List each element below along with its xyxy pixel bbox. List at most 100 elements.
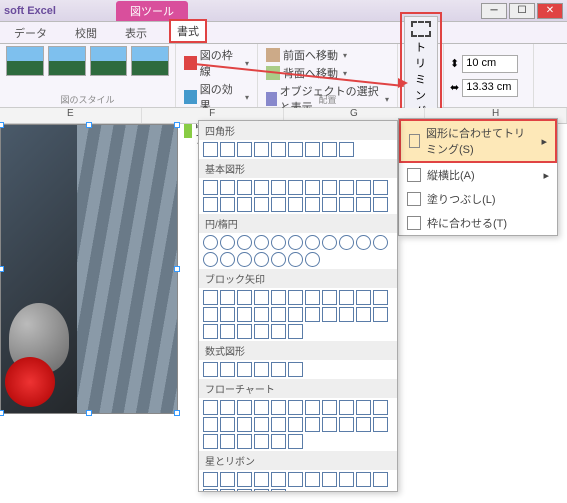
shape-option[interactable] <box>339 235 354 250</box>
shape-option[interactable] <box>356 400 371 415</box>
shape-option[interactable] <box>203 197 218 212</box>
shape-option[interactable] <box>288 180 303 195</box>
shape-option[interactable] <box>237 252 252 267</box>
shape-option[interactable] <box>288 290 303 305</box>
shape-option[interactable] <box>237 362 252 377</box>
shape-option[interactable] <box>203 324 218 339</box>
shape-option[interactable] <box>305 180 320 195</box>
shape-option[interactable] <box>356 417 371 432</box>
shape-option[interactable] <box>237 417 252 432</box>
width-input[interactable]: 13.33 cm <box>462 79 518 97</box>
close-button[interactable]: ✕ <box>537 3 563 19</box>
shape-option[interactable] <box>237 324 252 339</box>
shape-option[interactable] <box>288 434 303 449</box>
style-thumb[interactable] <box>131 46 169 76</box>
shape-option[interactable] <box>271 290 286 305</box>
shape-option[interactable] <box>356 472 371 487</box>
shape-option[interactable] <box>271 324 286 339</box>
maximize-button[interactable]: ☐ <box>509 3 535 19</box>
shape-option[interactable] <box>220 434 235 449</box>
shape-option[interactable] <box>203 400 218 415</box>
selected-picture[interactable] <box>0 124 178 414</box>
shape-option[interactable] <box>288 472 303 487</box>
menu-fill[interactable]: 塗りつぶし(L) <box>399 187 557 211</box>
shape-option[interactable] <box>271 434 286 449</box>
style-thumb[interactable] <box>90 46 128 76</box>
shape-option[interactable] <box>305 235 320 250</box>
menu-fit-to-shape[interactable]: 図形に合わせてトリミング(S)▸ <box>399 119 557 163</box>
tab-review[interactable]: 校閲 <box>69 23 103 43</box>
height-input[interactable]: 10 cm <box>462 55 518 73</box>
shape-option[interactable] <box>237 489 252 492</box>
shape-option[interactable] <box>288 197 303 212</box>
shape-option[interactable] <box>220 180 235 195</box>
shape-option[interactable] <box>254 489 269 492</box>
shape-option[interactable] <box>220 324 235 339</box>
shape-option[interactable] <box>322 472 337 487</box>
shape-option[interactable] <box>203 472 218 487</box>
shape-option[interactable] <box>237 472 252 487</box>
shape-option[interactable] <box>220 400 235 415</box>
shape-option[interactable] <box>271 472 286 487</box>
shape-option[interactable] <box>356 197 371 212</box>
shape-option[interactable] <box>220 252 235 267</box>
shape-option[interactable] <box>339 180 354 195</box>
shape-option[interactable] <box>220 142 235 157</box>
shape-option[interactable] <box>271 307 286 322</box>
shape-option[interactable] <box>339 142 354 157</box>
shape-option[interactable] <box>203 180 218 195</box>
shape-option[interactable] <box>271 142 286 157</box>
shape-option[interactable] <box>220 307 235 322</box>
shape-option[interactable] <box>339 307 354 322</box>
shape-option[interactable] <box>373 290 388 305</box>
shape-option[interactable] <box>203 434 218 449</box>
shape-option[interactable] <box>237 290 252 305</box>
shape-option[interactable] <box>305 197 320 212</box>
shape-option[interactable] <box>220 235 235 250</box>
shape-option[interactable] <box>254 400 269 415</box>
menu-fit[interactable]: 枠に合わせる(T) <box>399 211 557 235</box>
shape-option[interactable] <box>271 362 286 377</box>
shape-option[interactable] <box>271 197 286 212</box>
shape-option[interactable] <box>288 142 303 157</box>
shape-option[interactable] <box>254 324 269 339</box>
shape-option[interactable] <box>220 290 235 305</box>
shape-option[interactable] <box>322 235 337 250</box>
shape-option[interactable] <box>373 400 388 415</box>
shape-option[interactable] <box>271 400 286 415</box>
shape-option[interactable] <box>339 197 354 212</box>
shape-option[interactable] <box>339 400 354 415</box>
shape-option[interactable] <box>220 472 235 487</box>
shape-option[interactable] <box>356 180 371 195</box>
shape-option[interactable] <box>203 290 218 305</box>
shape-option[interactable] <box>203 252 218 267</box>
shape-option[interactable] <box>237 180 252 195</box>
shape-option[interactable] <box>237 235 252 250</box>
shape-option[interactable] <box>305 307 320 322</box>
menu-aspect-ratio[interactable]: 縦横比(A)▸ <box>399 163 557 187</box>
shape-option[interactable] <box>254 472 269 487</box>
shape-option[interactable] <box>271 180 286 195</box>
shape-option[interactable] <box>254 180 269 195</box>
shape-option[interactable] <box>254 235 269 250</box>
shape-option[interactable] <box>288 252 303 267</box>
shape-option[interactable] <box>373 417 388 432</box>
shape-option[interactable] <box>271 252 286 267</box>
shape-option[interactable] <box>271 489 286 492</box>
shape-option[interactable] <box>322 197 337 212</box>
shape-option[interactable] <box>237 307 252 322</box>
shape-option[interactable] <box>254 252 269 267</box>
shape-option[interactable] <box>373 197 388 212</box>
shape-option[interactable] <box>339 290 354 305</box>
shape-option[interactable] <box>254 307 269 322</box>
shape-option[interactable] <box>288 235 303 250</box>
bring-forward-button[interactable]: 前面へ移動▾ <box>264 46 391 64</box>
shape-option[interactable] <box>322 180 337 195</box>
shape-option[interactable] <box>373 472 388 487</box>
shape-option[interactable] <box>254 142 269 157</box>
tab-format[interactable]: 書式 <box>169 19 207 43</box>
shape-option[interactable] <box>356 235 371 250</box>
shape-option[interactable] <box>220 362 235 377</box>
shape-option[interactable] <box>305 290 320 305</box>
shape-option[interactable] <box>203 489 218 492</box>
